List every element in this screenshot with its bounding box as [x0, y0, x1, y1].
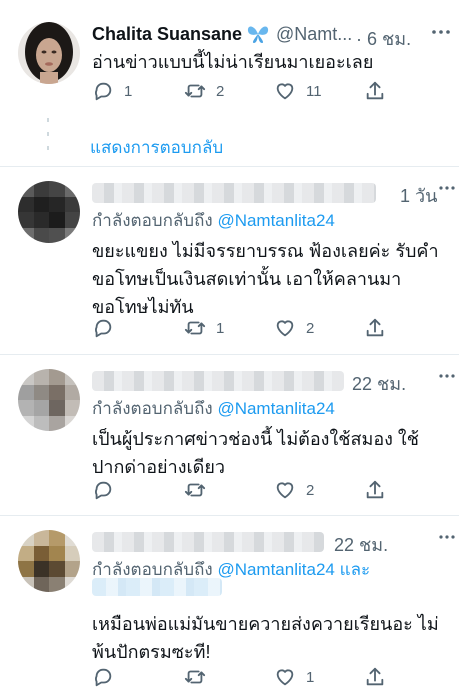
- reply-icon: [95, 668, 112, 687]
- retweet-icon: [184, 483, 206, 497]
- reply-icon: [95, 319, 112, 338]
- like-button[interactable]: 2: [274, 479, 314, 501]
- avatar-photo: [18, 22, 80, 84]
- blurred-mention: [92, 578, 222, 596]
- mention-suffix[interactable]: และ: [340, 560, 371, 579]
- reply-tweet[interactable]: 22 ชม. กำลังตอบกลับถึง @Namtanlita24 และ…: [0, 516, 459, 696]
- reply-button[interactable]: 1: [92, 80, 132, 102]
- tweet-actions: 2: [92, 479, 452, 503]
- mention-link[interactable]: @Namtanlita24: [217, 560, 334, 579]
- share-button[interactable]: [364, 666, 386, 688]
- retweet-button[interactable]: 1: [184, 317, 224, 339]
- more-icon[interactable]: [437, 365, 457, 392]
- blurred-username: [92, 532, 324, 552]
- heart-icon: [276, 83, 294, 100]
- tweet-actions: 1 2: [92, 317, 452, 341]
- retweet-button[interactable]: 2: [184, 80, 224, 102]
- tweet-text: เหมือนพ่อแม่มันขายควายส่งควายเรียนอะ ไม่…: [92, 614, 439, 662]
- reply-button[interactable]: [92, 479, 124, 501]
- timestamp[interactable]: 22 ชม.: [334, 530, 388, 559]
- heart-icon: [276, 482, 294, 499]
- more-icon[interactable]: [437, 526, 457, 553]
- reply-icon: [95, 481, 112, 500]
- replying-prefix: กำลังตอบกลับถึง: [92, 560, 213, 579]
- share-icon: [366, 480, 384, 499]
- like-button[interactable]: 1: [274, 666, 314, 688]
- blurred-username: [92, 371, 344, 391]
- like-count: 2: [306, 481, 315, 499]
- share-button[interactable]: [364, 80, 386, 102]
- reply-icon: [95, 82, 112, 101]
- more-icon[interactable]: [430, 21, 452, 48]
- retweet-icon: [184, 321, 206, 335]
- share-icon: [366, 318, 384, 337]
- timestamp[interactable]: 1 วัน: [400, 181, 437, 210]
- handle[interactable]: @Namt...: [276, 24, 352, 45]
- more-icon[interactable]: [437, 177, 457, 204]
- heart-icon: [276, 669, 294, 686]
- mention-link[interactable]: @Namtanlita24: [217, 211, 334, 230]
- thread-line: [47, 118, 49, 160]
- share-icon: [366, 667, 384, 686]
- tweet-text: ขยะแขยง ไม่มีจรรยาบรรณ ฟ้องเลยค่ะ รับคำ …: [92, 241, 439, 317]
- timestamp[interactable]: 22 ชม.: [352, 369, 406, 398]
- heart-icon: [276, 320, 294, 337]
- tweet-actions: 1: [92, 666, 452, 690]
- like-count: 2: [306, 319, 315, 337]
- mention-link[interactable]: @Namtanlita24: [217, 399, 334, 418]
- retweet-button[interactable]: [184, 666, 216, 688]
- retweet-count: 2: [216, 82, 225, 100]
- display-name[interactable]: Chalita Suansane: [92, 24, 242, 45]
- tweet-actions: 1 2 11: [92, 80, 452, 104]
- avatar[interactable]: [18, 181, 80, 243]
- replying-to: กำลังตอบกลับถึง @Namtanlita24: [92, 207, 335, 234]
- reply-button[interactable]: [92, 666, 124, 688]
- blurred-username: [92, 183, 376, 203]
- main-tweet[interactable]: Chalita Suansane @Namt... · 6 ชม. อ่านข่…: [0, 0, 459, 166]
- replying-prefix: กำลังตอบกลับถึง: [92, 399, 213, 418]
- tweet-text: เป็นผู้ประกาศข่าวช่องนี้ ไม่ต้องใช้สมอง …: [92, 429, 419, 477]
- share-button[interactable]: [364, 479, 386, 501]
- reply-tweet[interactable]: 1 วัน กำลังตอบกลับถึง @Namtanlita24 ขยะแ…: [0, 167, 459, 353]
- avatar[interactable]: [18, 530, 80, 592]
- like-button[interactable]: 11: [274, 80, 322, 102]
- retweet-count: 1: [216, 319, 225, 337]
- tweet-text: อ่านข่าวแบบนี้ไม่น่าเรียนมาเยอะเลย: [92, 52, 374, 72]
- retweet-icon: [184, 670, 206, 684]
- avatar[interactable]: [18, 369, 80, 431]
- reply-button[interactable]: [92, 317, 124, 339]
- retweet-icon: [184, 84, 206, 98]
- like-button[interactable]: 2: [274, 317, 314, 339]
- reply-count: 1: [124, 82, 133, 100]
- reply-tweet[interactable]: 22 ชม. กำลังตอบกลับถึง @Namtanlita24 เป็…: [0, 355, 459, 515]
- replying-to: กำลังตอบกลับถึง @Namtanlita24: [92, 395, 335, 422]
- retweet-button[interactable]: [184, 479, 216, 501]
- replying-prefix: กำลังตอบกลับถึง: [92, 211, 213, 230]
- like-count: 1: [306, 668, 315, 686]
- avatar[interactable]: [18, 22, 80, 84]
- share-button[interactable]: [364, 317, 386, 339]
- share-icon: [366, 81, 384, 100]
- like-count: 11: [306, 82, 322, 100]
- show-replies-link[interactable]: แสดงการตอบกลับ: [90, 134, 223, 161]
- butterfly-icon: [246, 24, 270, 49]
